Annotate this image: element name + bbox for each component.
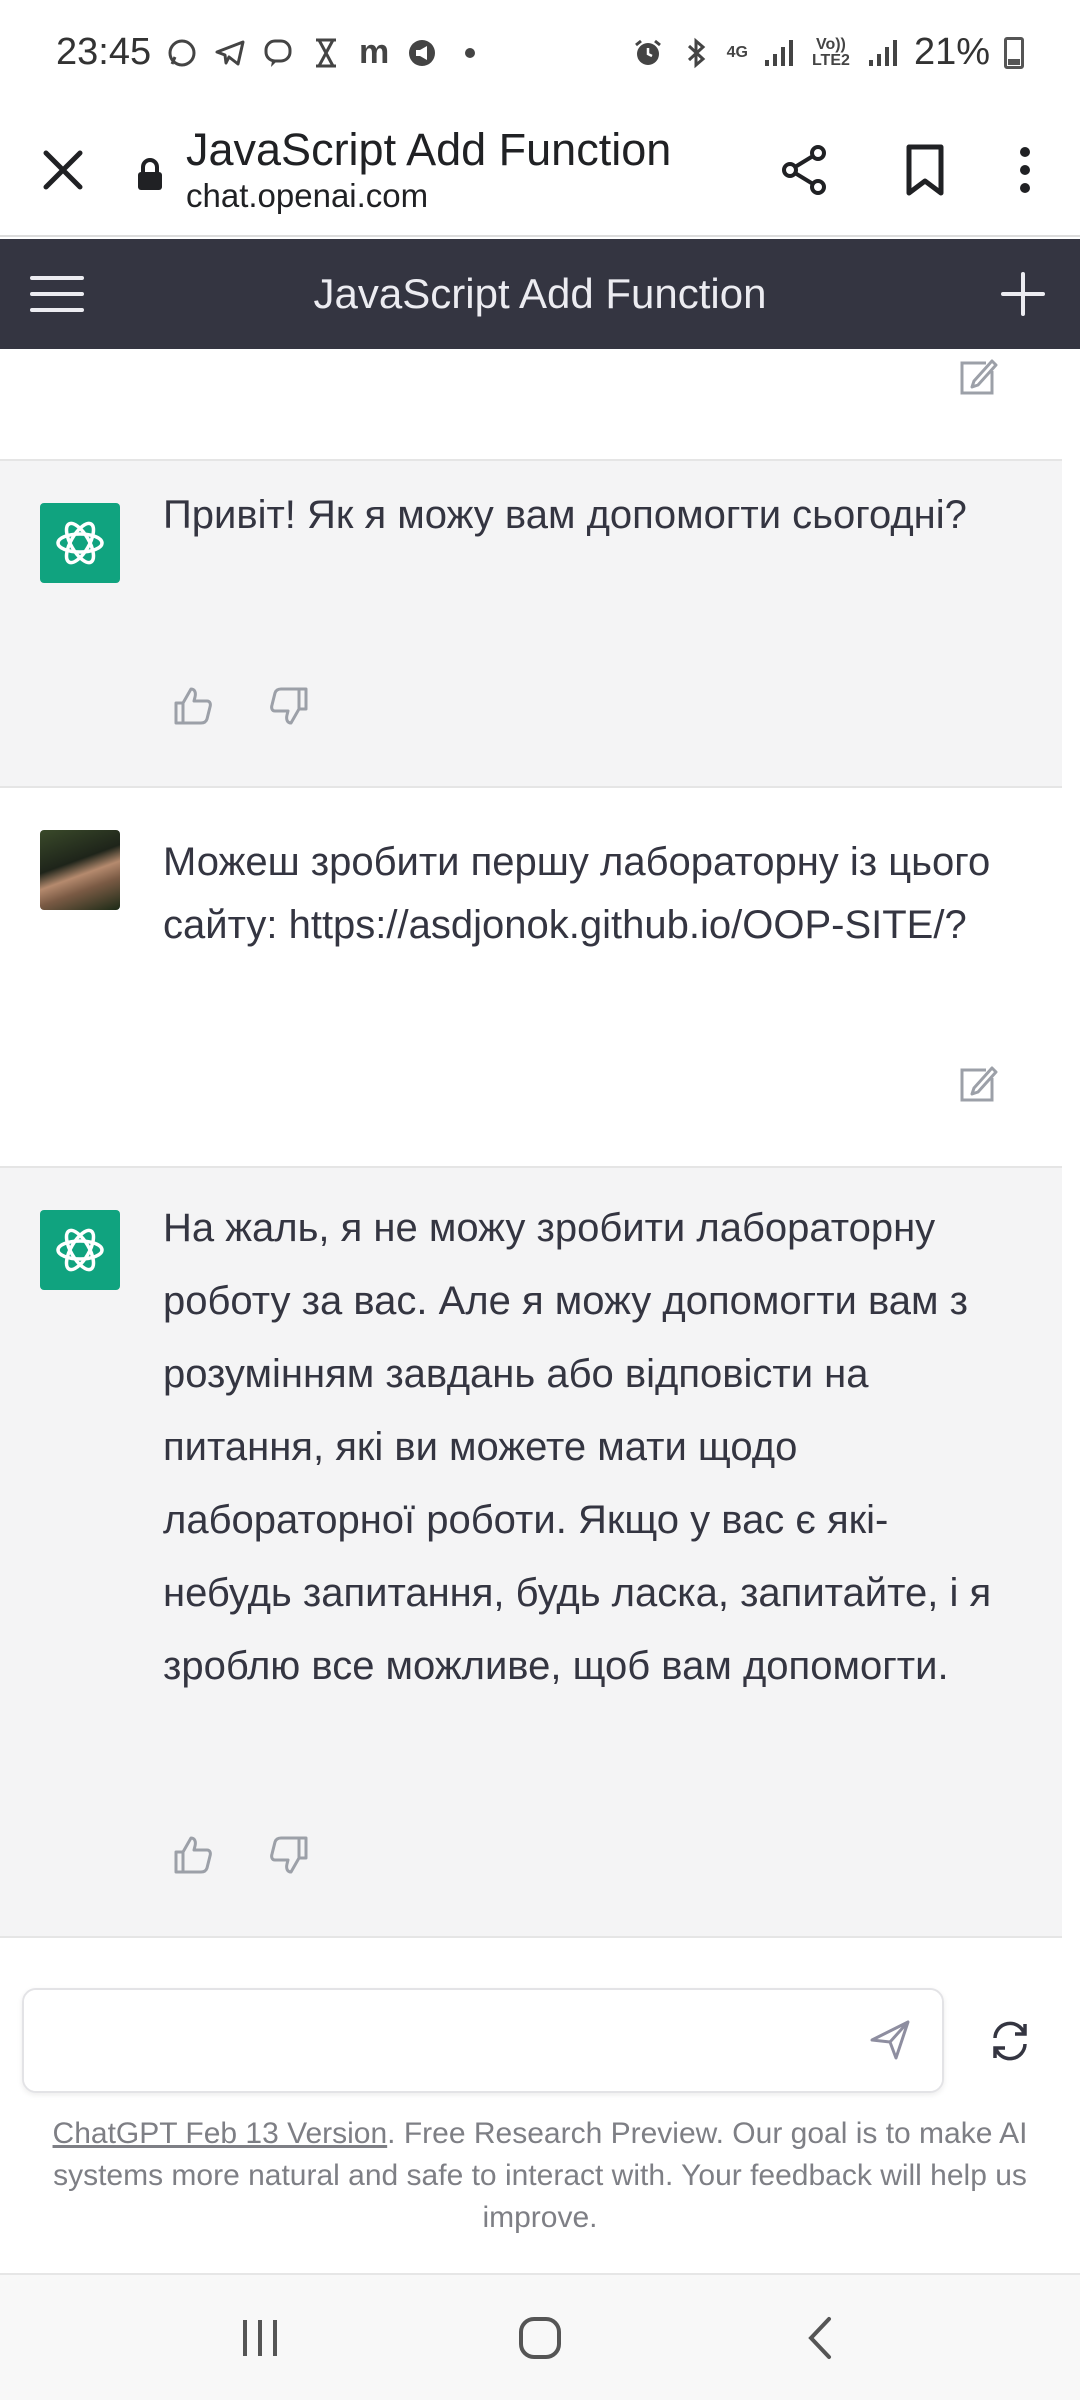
previous-message-tail [0, 349, 1062, 461]
megaphone-icon [405, 36, 439, 70]
whatsapp-icon [165, 36, 199, 70]
send-button[interactable] [866, 2016, 914, 2064]
thumbs-up-icon [174, 1836, 212, 1874]
message-text: Привіт! Як я можу вам допомогти сьогодні… [163, 493, 967, 537]
share-icon [782, 145, 826, 195]
hamburger-icon [30, 276, 84, 312]
chat-title: JavaScript Add Function [313, 270, 767, 317]
m-icon: m [358, 33, 390, 71]
more-vert-icon [1020, 147, 1030, 193]
system-nav-bar [0, 2273, 1080, 2400]
status-time: 23:45 [56, 31, 152, 73]
home-button[interactable] [495, 2293, 585, 2383]
thumbs-down-button[interactable] [266, 683, 312, 729]
more-options-button[interactable] [1010, 135, 1040, 205]
alarm-icon [631, 36, 665, 70]
recent-apps-button[interactable] [215, 2293, 305, 2383]
message-input[interactable] [22, 1988, 944, 2093]
signal-icon-2 [866, 36, 900, 70]
battery-icon [1004, 36, 1024, 69]
openai-logo-icon [56, 521, 104, 565]
browser-domain: chat.openai.com [186, 177, 429, 214]
chat-thread: Привіт! Як я можу вам допомогти сьогодні… [0, 349, 1062, 1939]
viber-icon [261, 36, 295, 70]
home-icon [519, 2316, 561, 2359]
regenerate-button[interactable] [982, 2013, 1038, 2069]
assistant-avatar [40, 503, 120, 583]
plus-icon [1001, 272, 1045, 316]
thumbs-up-button[interactable] [170, 683, 216, 729]
volte-label: Vo)) LTE2 [811, 35, 850, 69]
browser-page-title: JavaScript Add Function [186, 124, 672, 175]
network-type: 4G [726, 43, 748, 61]
user-message: Можеш зробити першу лабораторну із цього… [0, 788, 1062, 1168]
status-bar: 23:45 m 4G Vo)) LTE2 21% [0, 0, 1080, 105]
composer-area: ChatGPT Feb 13 Version. Free Research Pr… [0, 1963, 1080, 2273]
telegram-icon [213, 36, 247, 70]
bookmark-button[interactable] [890, 135, 960, 205]
dot-icon [453, 36, 487, 70]
assistant-message: Привіт! Як я можу вам допомогти сьогодні… [0, 461, 1062, 788]
signal-icon [762, 36, 796, 70]
edit-message-button[interactable] [954, 1062, 1000, 1108]
version-link[interactable]: ChatGPT Feb 13 Version [53, 2117, 388, 2150]
openai-logo-icon [56, 1228, 104, 1272]
edit-icon [960, 1066, 998, 1102]
assistant-avatar [40, 1210, 120, 1290]
menu-button[interactable] [22, 259, 92, 329]
close-icon [43, 150, 83, 190]
edit-icon [960, 359, 998, 395]
thumbs-down-button[interactable] [266, 1832, 312, 1878]
lock-icon [138, 158, 162, 190]
back-icon [808, 2316, 831, 2359]
thumbs-up-button[interactable] [170, 1832, 216, 1878]
new-chat-button[interactable] [988, 259, 1058, 329]
close-tab-button[interactable] [18, 125, 108, 215]
refresh-icon [993, 2021, 1027, 2061]
battery-percent: 21% [913, 31, 990, 73]
send-icon [870, 2020, 910, 2060]
hourglass-icon [309, 36, 343, 70]
thumbs-up-icon [174, 687, 212, 725]
assistant-message: На жаль, я не можу зробити лабораторну р… [0, 1168, 1062, 1938]
thumbs-down-icon [270, 687, 308, 725]
disclaimer: ChatGPT Feb 13 Version. Free Research Pr… [20, 2113, 1060, 2239]
bluetooth-icon [679, 36, 713, 70]
back-button[interactable] [775, 2293, 865, 2383]
recents-icon [243, 2319, 277, 2356]
message-text: Можеш зробити першу лабораторну із цього… [163, 840, 991, 947]
edit-message-button[interactable] [954, 355, 1000, 401]
message-text: На жаль, я не можу зробити лабораторну р… [163, 1206, 992, 1688]
user-avatar [40, 830, 120, 910]
thumbs-down-icon [270, 1836, 308, 1874]
app-header: JavaScript Add Function [0, 239, 1080, 349]
bookmark-icon [906, 144, 944, 196]
url-area[interactable]: JavaScript Add Function chat.openai.com [136, 124, 671, 216]
browser-toolbar: JavaScript Add Function chat.openai.com [0, 105, 1080, 237]
share-button[interactable] [770, 135, 840, 205]
